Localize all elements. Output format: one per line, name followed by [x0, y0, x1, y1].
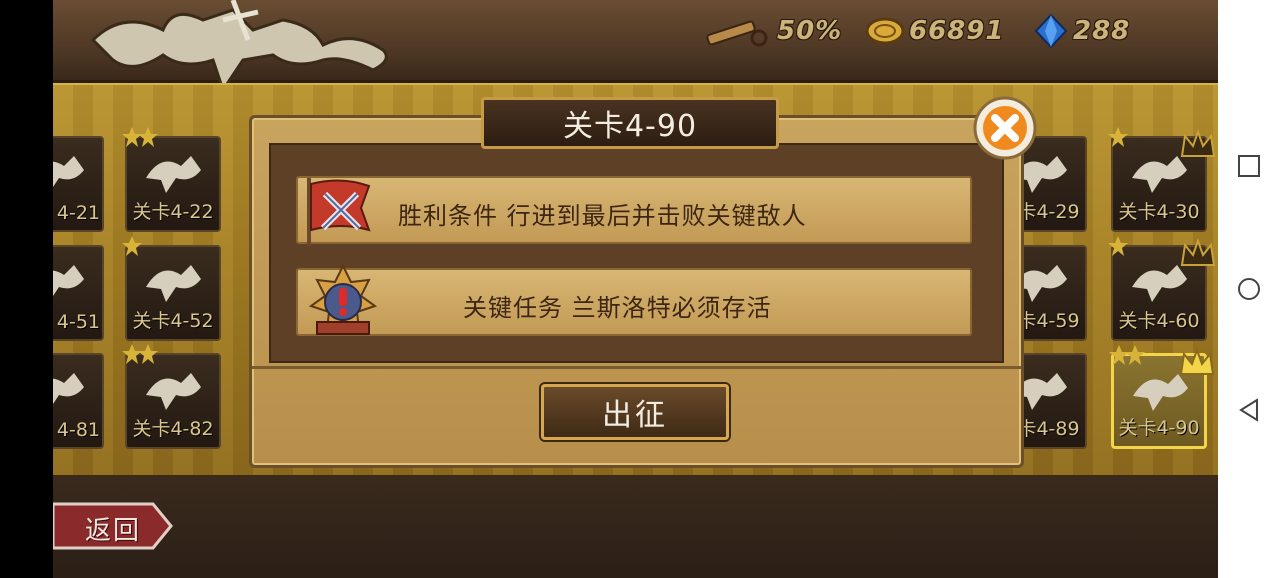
level-label: 4-81 — [56, 419, 100, 441]
scope-resource: 50% — [703, 14, 842, 48]
star-icon — [138, 127, 158, 147]
level-tile[interactable]: 关卡4-60 — [1108, 236, 1216, 341]
dragon-emblem-icon — [146, 265, 201, 302]
bottom-panel — [53, 477, 1218, 578]
dragon-emblem-icon — [146, 156, 201, 193]
back-nav-icon[interactable] — [1237, 398, 1261, 422]
star-icon — [1125, 345, 1145, 365]
back-button[interactable]: 返回 — [53, 500, 175, 552]
gem-resource: 288 — [1033, 13, 1131, 49]
blue-gem-icon — [1034, 13, 1068, 49]
recent-apps-icon[interactable] — [1237, 154, 1261, 178]
telescope-icon — [706, 20, 768, 47]
dragon-emblem-icon — [1133, 374, 1188, 411]
level-label: 关卡4-90 — [1118, 417, 1200, 439]
level-label: 关卡4-52 — [132, 310, 214, 332]
left-black-bar — [0, 0, 53, 578]
divider — [252, 366, 1021, 369]
star-icon — [138, 344, 158, 364]
level-tile[interactable]: 4-81 — [53, 353, 104, 449]
gold-resource: 66891 — [865, 14, 1004, 48]
close-icon[interactable] — [970, 95, 1040, 161]
gem-value: 288 — [1073, 16, 1131, 46]
level-label: 关卡4-22 — [132, 201, 214, 223]
level-tile[interactable]: 关卡4-52 — [122, 236, 221, 341]
victory-condition-row: 胜利条件 行进到最后并击败关键敌人 — [296, 176, 972, 244]
victory-condition-text: 胜利条件 行进到最后并击败关键敌人 — [398, 202, 807, 230]
dragon-emblem-icon — [1132, 156, 1187, 193]
level-label: 4-21 — [56, 202, 100, 224]
deploy-button[interactable]: 出征 — [541, 384, 729, 440]
level-tile[interactable]: 4-51 — [53, 245, 104, 341]
home-icon[interactable] — [1237, 277, 1261, 301]
dragon-emblem-icon — [146, 373, 201, 410]
back-label: 返回 — [85, 516, 142, 546]
level-tile[interactable]: 关卡4-22 — [122, 127, 221, 232]
dialog-title: 关卡4-90 — [562, 109, 698, 144]
level-label: 关卡4-82 — [132, 418, 214, 440]
star-icon — [122, 236, 142, 256]
key-mission-text: 关键任务 兰斯洛特必须存活 — [463, 294, 772, 322]
exclamation-shield-icon — [308, 263, 378, 335]
crossed-swords-flag-icon — [307, 178, 371, 246]
level-tile-selected[interactable]: 关卡4-90 — [1109, 345, 1215, 449]
top-bar: 50% 66891 288 — [53, 0, 1218, 94]
gold-coin-icon — [865, 17, 905, 45]
dialog-title-plate: 关卡4-90 — [481, 97, 779, 149]
level-tile[interactable]: 关卡4-30 — [1108, 127, 1216, 232]
dragon-emblem-icon — [53, 156, 84, 187]
android-nav-bar — [1218, 0, 1280, 578]
game-screen: 50% 66891 288 4-21 关卡4-22 关卡4-29 关卡4-30 … — [53, 0, 1218, 578]
deploy-label: 出征 — [602, 398, 668, 433]
gold-value: 66891 — [909, 16, 1005, 46]
star-icon — [1108, 236, 1128, 256]
level-tile[interactable]: 关卡4-82 — [122, 344, 221, 449]
key-mission-row: 关键任务 兰斯洛特必须存活 — [296, 268, 972, 336]
level-label: 4-51 — [56, 311, 100, 333]
level-label: 关卡4-60 — [1118, 310, 1200, 332]
dragon-emblem-icon — [53, 265, 84, 296]
level-label: 关卡4-30 — [1118, 201, 1200, 223]
level-tile[interactable]: 4-21 — [53, 136, 104, 232]
star-icon — [1108, 127, 1128, 147]
dragon-emblem-icon — [53, 373, 84, 404]
dragon-emblem-icon — [1132, 265, 1187, 302]
scope-value: 50% — [777, 16, 843, 46]
